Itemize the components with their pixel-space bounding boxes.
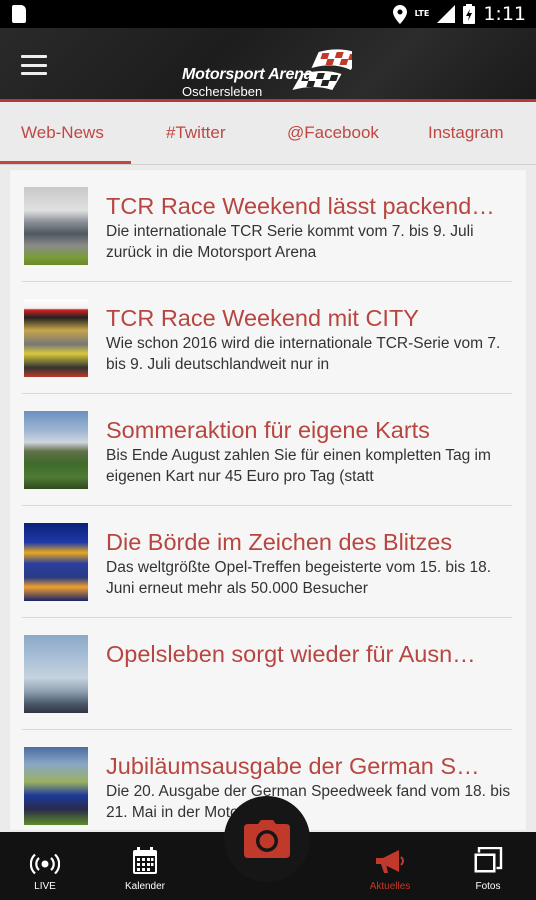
hamburger-icon[interactable]	[21, 55, 47, 75]
news-item[interactable]: TCR Race Weekend lässt packend… Die inte…	[22, 170, 512, 282]
news-title: Jubiläumsausgabe der German S…	[106, 753, 480, 779]
news-title: TCR Race Weekend lässt packend…	[106, 193, 495, 219]
news-description: Das weltgrößte Opel-Treffen begeisterte …	[106, 559, 492, 597]
news-thumbnail	[24, 299, 88, 377]
news-thumbnail	[24, 411, 88, 489]
tab-facebook[interactable]: @Facebook	[287, 123, 379, 143]
battery-icon	[463, 4, 476, 24]
news-description: Wie schon 2016 wird die internationale T…	[106, 335, 501, 373]
news-description: Bis Ende August zahlen Sie für einen kom…	[106, 447, 491, 485]
megaphone-icon	[376, 850, 404, 873]
sd-card-icon	[12, 5, 26, 23]
news-thumbnail	[24, 523, 88, 601]
news-item[interactable]: Opelsleben sorgt wieder für Ausn…	[22, 618, 512, 730]
clock: 1:11	[483, 3, 526, 25]
nav-aktuelles[interactable]: Aktuelles	[345, 832, 435, 900]
tab-instagram[interactable]: Instagram	[428, 123, 504, 143]
news-thumbnail	[24, 747, 88, 825]
network-type: LTE	[414, 9, 430, 18]
news-item[interactable]: Die Börde im Zeichen des Blitzes Das wel…	[22, 506, 512, 618]
nav-kalender-label: Kalender	[124, 881, 166, 892]
nav-live[interactable]: LIVE	[0, 832, 90, 900]
logo-subtitle: Oschersleben	[182, 84, 263, 99]
live-broadcast-icon	[30, 853, 60, 875]
photos-icon	[473, 847, 503, 874]
nav-kalender[interactable]: Kalender	[100, 832, 190, 900]
news-title: Die Börde im Zeichen des Blitzes	[106, 529, 453, 555]
news-title: Opelsleben sorgt wieder für Ausn…	[106, 641, 476, 667]
news-title: Sommeraktion für eigene Karts	[106, 417, 430, 443]
news-description: Die 20. Ausgabe der German Speedweek fan…	[106, 783, 511, 821]
news-description: Die internationale TCR Serie kommt vom 7…	[106, 223, 474, 261]
camera-icon	[244, 820, 290, 858]
app-bar: Motorsport Arena Oschersleben	[0, 28, 536, 102]
news-thumbnail	[24, 187, 88, 265]
tab-bar: Web-News #Twitter @Facebook Instagram	[0, 105, 536, 165]
app-logo: Motorsport Arena Oschersleben	[182, 48, 354, 99]
tab-web-news[interactable]: Web-News	[21, 123, 104, 143]
nav-fotos[interactable]: Fotos	[443, 832, 533, 900]
news-item[interactable]: TCR Race Weekend mit CITY Wie schon 2016…	[22, 282, 512, 394]
nav-live-label: LIVE	[34, 881, 56, 892]
news-thumbnail	[24, 635, 88, 713]
logo-title: Motorsport Arena	[182, 66, 313, 83]
calendar-icon	[133, 847, 157, 874]
nav-aktuelles-label: Aktuelles	[369, 881, 411, 892]
news-item[interactable]: Sommeraktion für eigene Karts Bis Ende A…	[22, 394, 512, 506]
tab-twitter[interactable]: #Twitter	[166, 123, 226, 143]
news-list[interactable]: TCR Race Weekend lässt packend… Die inte…	[10, 170, 526, 830]
status-bar: LTE 1:11	[0, 0, 536, 28]
tab-indicator	[0, 161, 131, 164]
nav-fotos-label: Fotos	[475, 881, 501, 892]
news-description	[106, 669, 512, 711]
camera-button[interactable]	[224, 796, 310, 882]
news-title: TCR Race Weekend mit CITY	[106, 305, 419, 331]
signal-icon	[437, 5, 456, 23]
location-icon	[392, 4, 407, 24]
